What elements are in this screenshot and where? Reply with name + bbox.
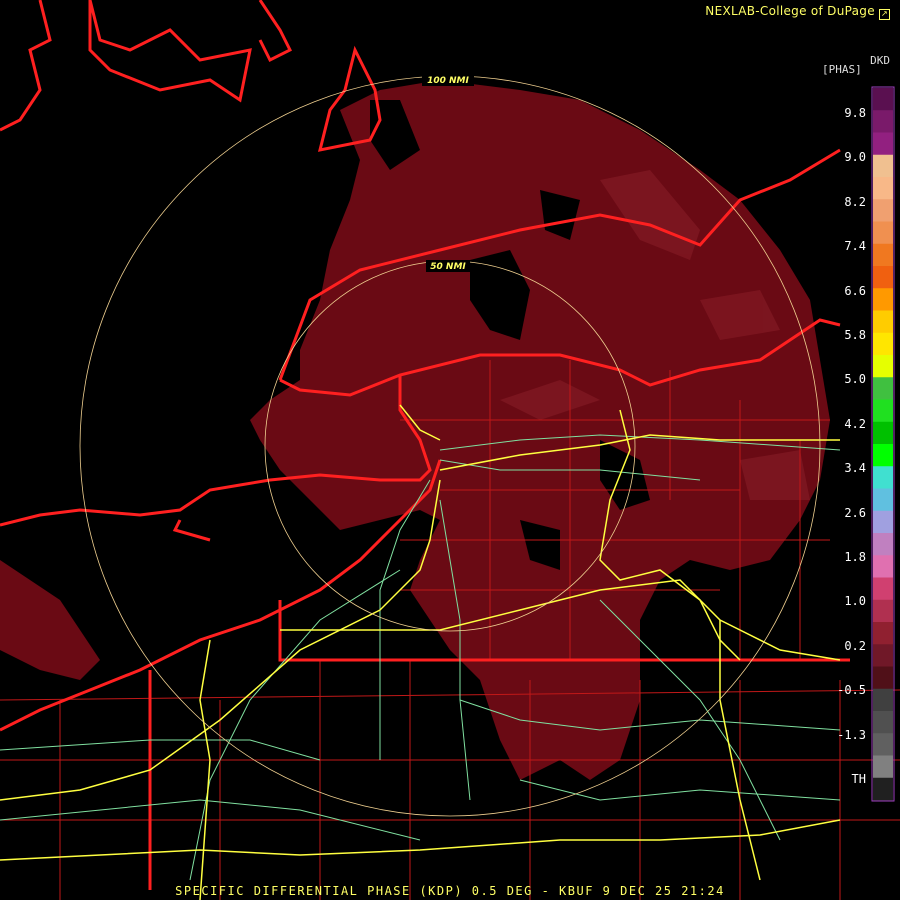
- legend-swatch: [873, 199, 893, 222]
- legend-tick-label: -1.3: [837, 727, 866, 742]
- legend-swatch: [873, 421, 893, 445]
- echo-main: [250, 80, 830, 780]
- legend-tick-label: 3.4: [844, 461, 866, 476]
- radar-map: 50 NMI 100 NMI: [0, 0, 900, 900]
- legend-tick-label: 9.8: [844, 106, 866, 120]
- legend-swatch: [873, 288, 893, 311]
- legend-swatch: [873, 110, 893, 133]
- legend-swatch: [873, 533, 893, 556]
- legend-swatch: [873, 644, 893, 667]
- corner-arrow-icon[interactable]: ↗: [879, 9, 890, 20]
- legend-tick-label: 0.2: [844, 638, 866, 653]
- legend-swatch: [873, 666, 893, 690]
- legend-swatch: [873, 599, 893, 623]
- legend-swatch: [873, 733, 893, 756]
- credit-text: NEXLAB-College of DuPage ↗: [705, 4, 890, 20]
- legend-tick-label: 2.6: [844, 505, 866, 520]
- legend-swatch: [873, 577, 893, 601]
- legend-tick-label: 9.0: [844, 150, 866, 165]
- legend-swatch: [873, 154, 893, 178]
- echo-west: [0, 560, 100, 680]
- legend-tick-label: 5.0: [844, 372, 866, 387]
- legend-swatch: [873, 88, 893, 111]
- legend-swatch: [873, 622, 893, 645]
- legend-tick-label: 7.4: [844, 239, 866, 254]
- legend-swatch: [873, 755, 893, 779]
- legend-swatch: [873, 132, 893, 156]
- legend-swatch: [873, 243, 893, 267]
- legend-swatch: [873, 688, 893, 712]
- legend-swatch: [873, 355, 893, 378]
- ring-50-label: 50 NMI: [430, 262, 466, 272]
- product-caption: SPECIFIC DIFFERENTIAL PHASE (KDP) 0.5 DE…: [175, 884, 725, 898]
- legend-swatch: [873, 310, 893, 334]
- legend-tick-label: 4.2: [844, 416, 866, 431]
- legend-swatch: [873, 777, 893, 801]
- legend-swatch: [873, 177, 893, 200]
- legend-tick-label: TH: [851, 772, 866, 786]
- legend-swatch: [873, 332, 893, 356]
- legend-tick-label: 6.6: [844, 283, 866, 298]
- credit-label: NEXLAB-College of DuPage: [705, 4, 875, 18]
- legend-tick-label: 8.2: [844, 194, 866, 209]
- legend-units: [PHAS]: [822, 63, 862, 76]
- legend-tick-label: -0.5: [837, 683, 866, 698]
- legend-swatch: [873, 711, 893, 734]
- legend-swatch: [873, 266, 893, 289]
- legend-tick-label: 5.8: [844, 328, 866, 342]
- legend-tick-label: 1.8: [844, 550, 866, 564]
- legend-tick-label: 1.0: [844, 594, 866, 609]
- legend-swatch: [873, 444, 893, 467]
- legend-swatch: [873, 466, 893, 489]
- legend-swatch: [873, 399, 893, 423]
- color-legend-bar: [871, 86, 895, 802]
- legend-swatch: [873, 555, 893, 578]
- legend-swatch: [873, 510, 893, 534]
- legend-swatch: [873, 488, 893, 512]
- ring-100-label: 100 NMI: [427, 76, 469, 86]
- legend-swatch: [873, 221, 893, 245]
- legend-swatch: [873, 377, 893, 400]
- legend-product: DKD: [870, 54, 890, 67]
